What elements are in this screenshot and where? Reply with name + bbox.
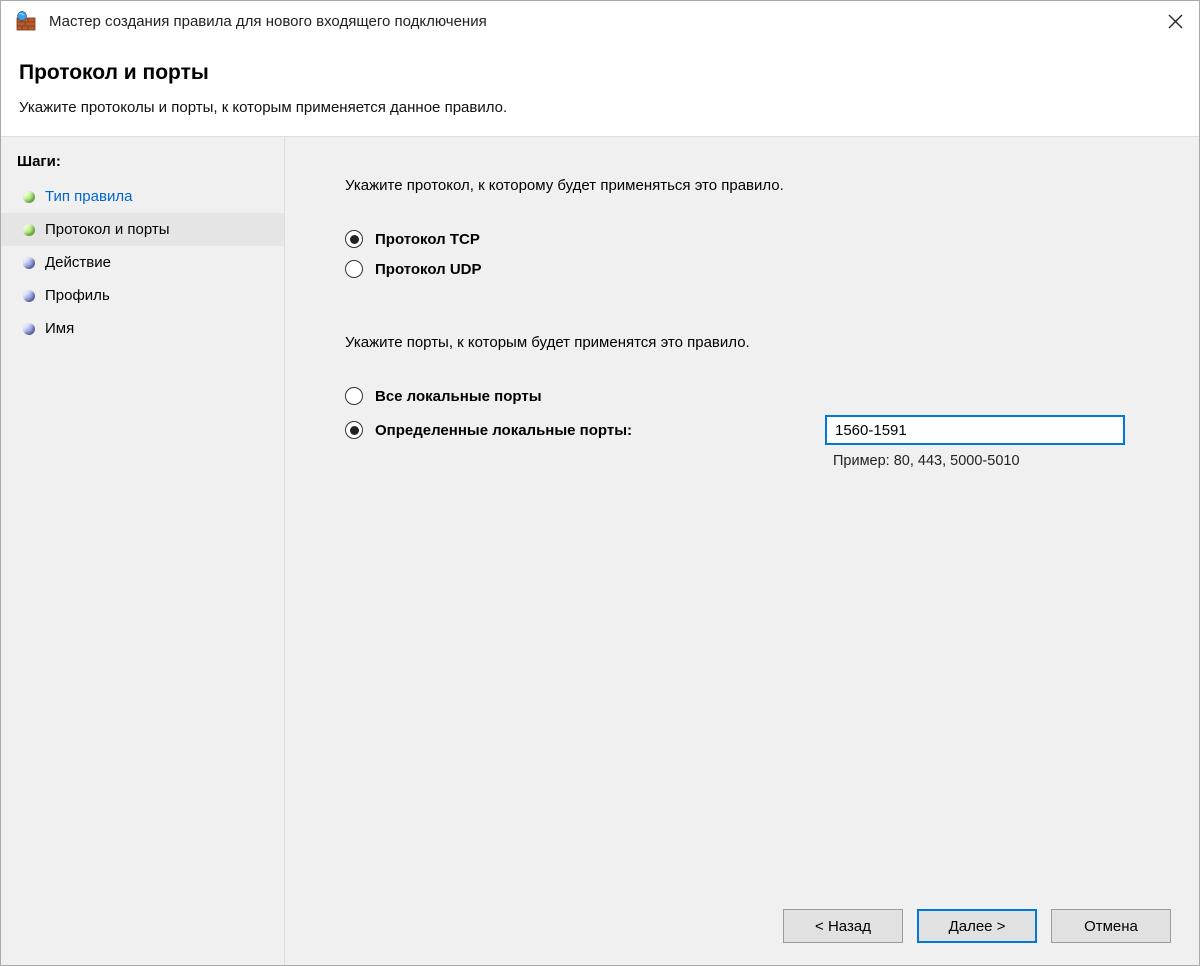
page-subtitle: Укажите протоколы и порты, к которым при… — [19, 99, 1181, 116]
radio-udp[interactable] — [345, 260, 363, 278]
step-rule-type[interactable]: Тип правила — [1, 180, 284, 213]
body: Шаги: Тип правила Протокол и порты Дейст… — [1, 137, 1199, 965]
main-panel: Укажите протокол, к которому будет приме… — [285, 137, 1199, 965]
protocol-instruction: Укажите протокол, к которому будет приме… — [345, 177, 1159, 194]
cancel-button[interactable]: Отмена — [1051, 909, 1171, 943]
radio-all-ports[interactable] — [345, 387, 363, 405]
step-label: Действие — [45, 254, 111, 271]
radio-tcp-row: Протокол TCP — [345, 224, 1159, 254]
radio-tcp[interactable] — [345, 230, 363, 248]
step-bullet-icon — [23, 191, 35, 203]
radio-specific-ports-row: Определенные локальные порты: — [345, 415, 825, 445]
step-action[interactable]: Действие — [1, 246, 284, 279]
radio-all-ports-row: Все локальные порты — [345, 381, 825, 411]
page-title: Протокол и порты — [19, 61, 1181, 85]
radio-udp-label[interactable]: Протокол UDP — [375, 261, 482, 278]
titlebar: Мастер создания правила для нового входя… — [1, 1, 1199, 41]
ports-example: Пример: 80, 443, 5000-5010 — [825, 449, 1125, 469]
ports-section: Укажите порты, к которым будет применятс… — [345, 334, 1159, 469]
radio-tcp-label[interactable]: Протокол TCP — [375, 231, 480, 248]
step-protocol-ports[interactable]: Протокол и порты — [1, 213, 284, 246]
step-bullet-icon — [23, 323, 35, 335]
step-bullet-icon — [23, 290, 35, 302]
step-name[interactable]: Имя — [1, 312, 284, 345]
next-button[interactable]: Далее > — [917, 909, 1037, 943]
ports-grid: Все локальные порты Определенные локальн… — [345, 381, 1159, 469]
wizard-footer: < Назад Далее > Отмена — [783, 909, 1171, 943]
close-button[interactable] — [1159, 5, 1191, 37]
radio-udp-row: Протокол UDP — [345, 254, 1159, 284]
steps-sidebar: Шаги: Тип правила Протокол и порты Дейст… — [1, 137, 285, 965]
header: Протокол и порты Укажите протоколы и пор… — [1, 41, 1199, 137]
step-label: Тип правила — [45, 188, 132, 205]
radio-specific-ports-label[interactable]: Определенные локальные порты: — [375, 422, 632, 439]
wizard-window: Мастер создания правила для нового входя… — [0, 0, 1200, 966]
close-icon — [1168, 14, 1183, 29]
step-bullet-icon — [23, 257, 35, 269]
back-button[interactable]: < Назад — [783, 909, 903, 943]
radio-all-ports-label[interactable]: Все локальные порты — [375, 388, 542, 405]
protocol-radio-group: Протокол TCP Протокол UDP — [345, 224, 1159, 284]
step-label: Протокол и порты — [45, 221, 170, 238]
step-label: Имя — [45, 320, 74, 337]
step-bullet-icon — [23, 224, 35, 236]
step-profile[interactable]: Профиль — [1, 279, 284, 312]
ports-instruction: Укажите порты, к которым будет применятс… — [345, 334, 1159, 351]
specific-ports-input[interactable] — [825, 415, 1125, 445]
window-title: Мастер создания правила для нового входя… — [49, 13, 1159, 30]
firewall-icon — [15, 10, 37, 32]
radio-specific-ports[interactable] — [345, 421, 363, 439]
steps-heading: Шаги: — [1, 143, 284, 180]
step-label: Профиль — [45, 287, 110, 304]
